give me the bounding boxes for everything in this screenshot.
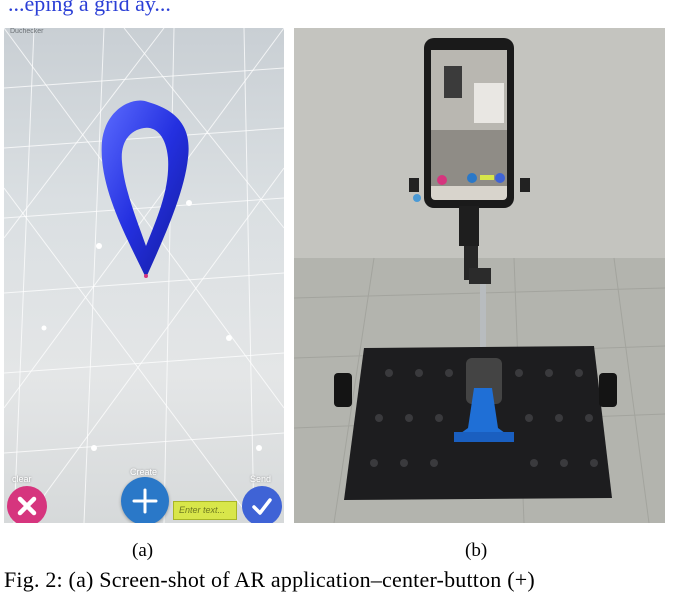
robot-illustration — [294, 28, 665, 523]
create-button[interactable] — [121, 477, 169, 523]
plus-icon — [132, 488, 158, 514]
create-label: Create — [130, 467, 158, 477]
text-input[interactable]: Enter text... — [173, 501, 237, 520]
close-icon — [17, 496, 37, 516]
robot-photo-panel — [294, 28, 665, 523]
status-watermark: Duchecker — [10, 28, 44, 35]
send-button[interactable] — [242, 486, 282, 523]
subfigure-caption-b: (b) — [465, 540, 488, 561]
send-label: Send — [250, 474, 272, 484]
clear-button[interactable] — [7, 486, 47, 523]
ar-location-pin-icon — [101, 100, 189, 278]
clear-label: clear — [12, 474, 32, 484]
ar-screenshot-panel: Duchecker clear Create Send Enter text..… — [4, 28, 284, 523]
top-cut-text: ...eping a grid ay... — [8, 0, 171, 16]
subfigure-caption-a: (a) — [132, 540, 154, 561]
figure-caption: Fig. 2: (a) Screen-shot of AR applicatio… — [4, 567, 535, 592]
checkmark-icon — [252, 498, 272, 515]
